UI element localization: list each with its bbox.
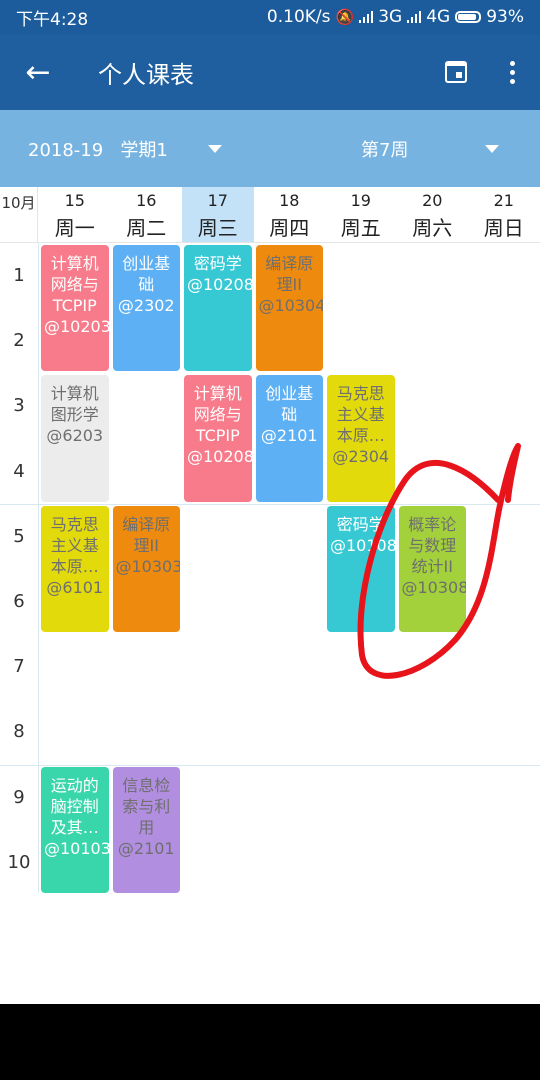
- red-annotation-circle: [357, 443, 521, 679]
- app-screen: 下午4:28 0.10K/s 🔕 3G 4G 93% ← 个人课表 2018-1…: [0, 0, 540, 1004]
- handdrawn-circle: [357, 443, 521, 679]
